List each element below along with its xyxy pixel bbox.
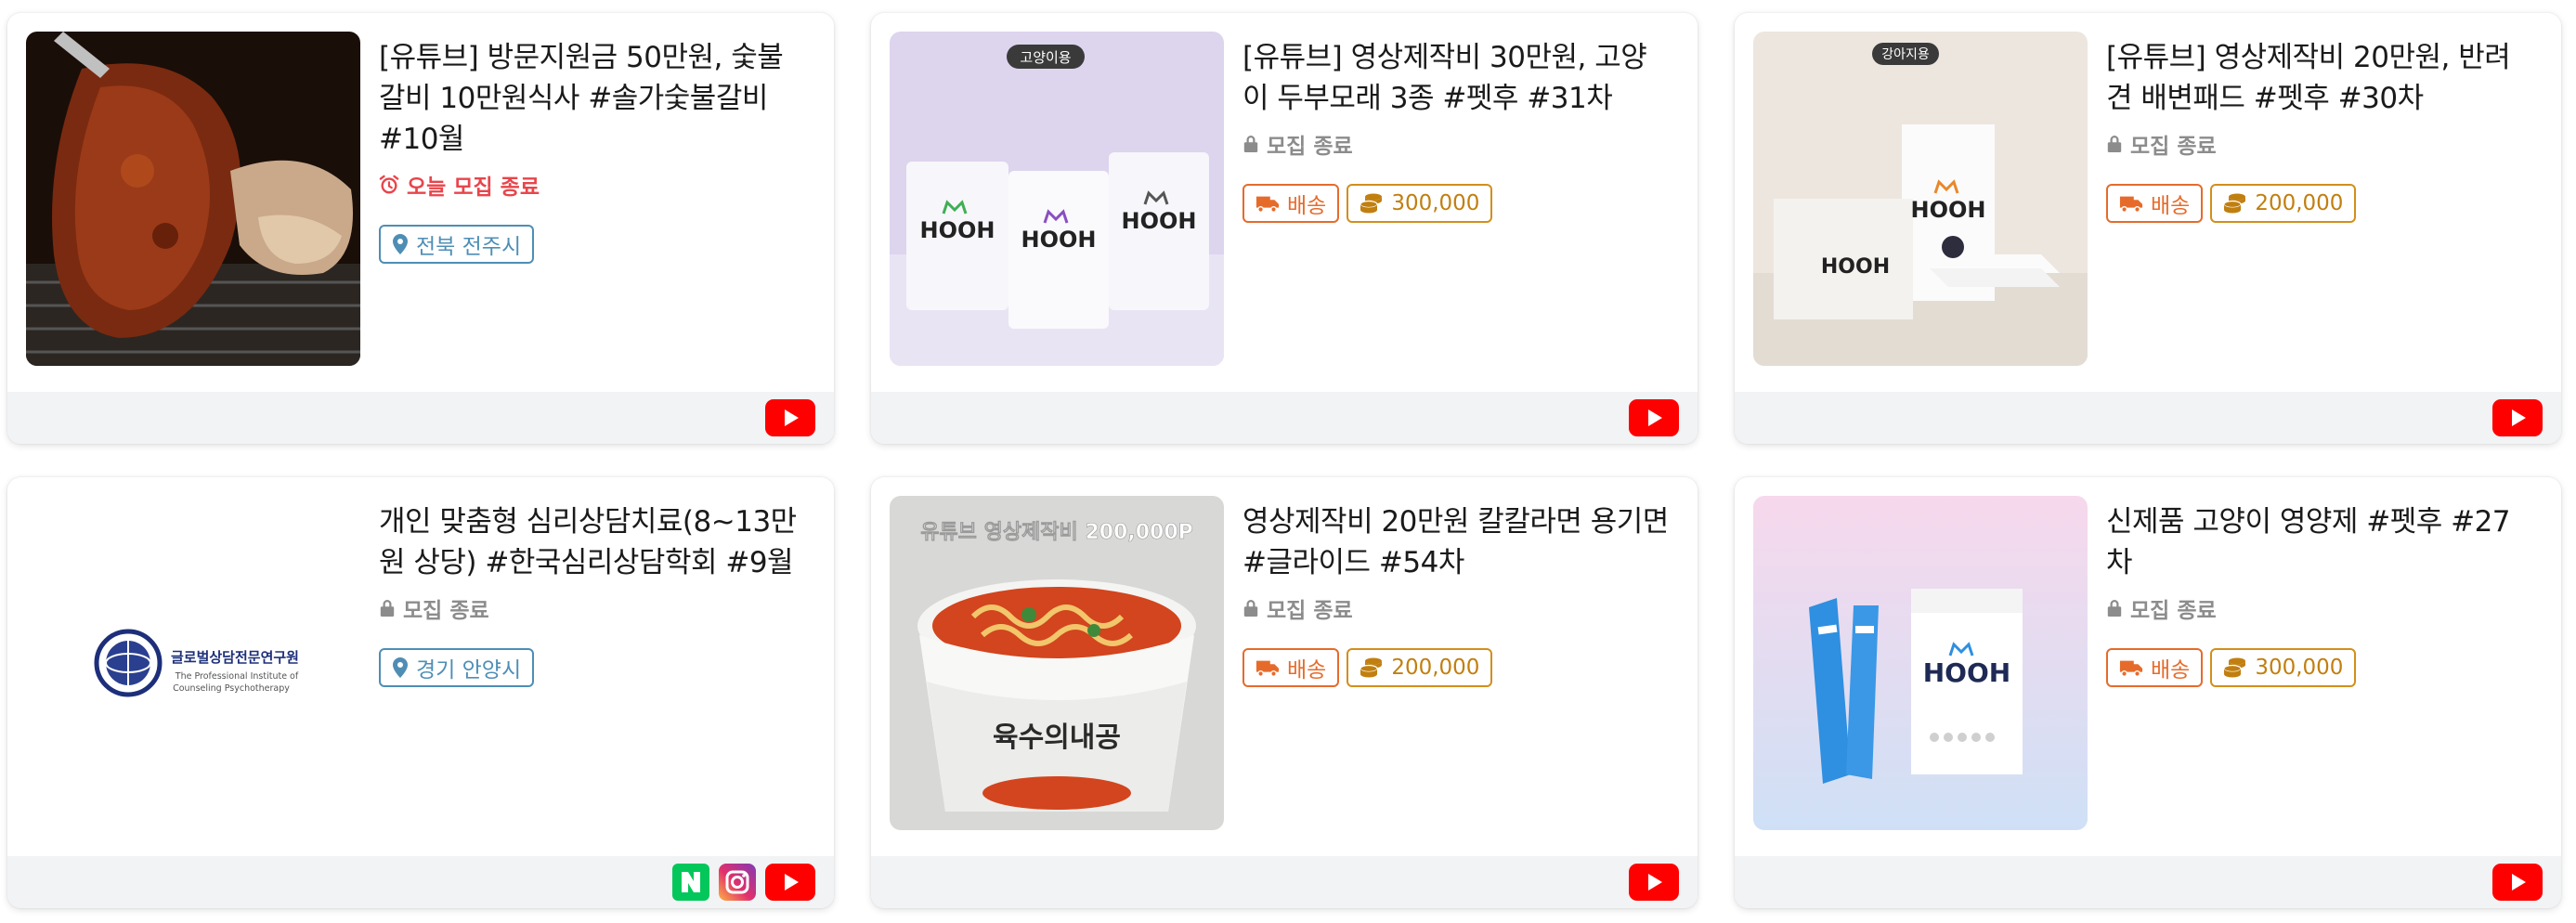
usage-badge: 강아지용	[1881, 47, 1930, 62]
card-title[interactable]: [유튜브] 영상제작비 20만원, 반려견 배변패드 #펫후 #30차	[2106, 37, 2533, 119]
location-label: 경기 안양시	[416, 658, 522, 682]
shipping-tag: 배송	[1242, 648, 1340, 687]
campaign-card[interactable]: HOOH 신제품 고양이 영양제 #펫후 #27차 모집 종료 배송 300,0…	[1735, 477, 2561, 908]
card-title[interactable]: 개인 맞춤형 심리상담치료(8~13만원 상당) #한국심리상담학회 #9월	[379, 501, 806, 583]
recruit-status-label: 모집 종료	[2130, 135, 2217, 159]
reward-amount: 300,000	[2255, 656, 2344, 680]
reward-amount: 200,000	[2255, 191, 2344, 215]
channel-bar	[1735, 392, 2561, 444]
reward-tag: 200,000	[1347, 648, 1493, 687]
recruit-status: 모집 종료	[2106, 128, 2533, 160]
institute-name: 글로벌상담전문연구원	[171, 649, 299, 666]
instagram-icon	[719, 864, 756, 901]
reward-amount: 300,000	[1391, 191, 1480, 215]
truck-icon	[1255, 656, 1280, 679]
shipping-tag: 배송	[2106, 648, 2204, 687]
truck-icon	[1255, 192, 1280, 214]
card-title[interactable]: 영상제작비 20만원 칼칼라면 용기면 #글라이드 #54차	[1242, 501, 1670, 583]
card-title[interactable]: [유튜브] 방문지원금 50만원, 숯불갈비 10만원식사 #솔가숯불갈비 #1…	[379, 37, 806, 160]
location-tag: 전북 전주시	[379, 225, 535, 264]
shipping-label: 배송	[2151, 194, 2191, 218]
cat-litter-thumbnail: 고양이용 HOOH HOOH HOOH	[890, 32, 1224, 366]
recruit-status-label: 모집 종료	[2130, 599, 2217, 623]
channel-bar	[871, 392, 1698, 444]
recruit-status: 모집 종료	[1242, 128, 1670, 160]
campaign-card[interactable]: 글로벌상담전문연구원 The Professional Institute of…	[7, 477, 834, 908]
map-pin-icon	[392, 233, 409, 255]
shipping-tag: 배송	[2106, 184, 2204, 223]
youtube-icon	[765, 399, 815, 436]
svg-text:HOOH: HOOH	[920, 217, 995, 243]
lock-icon	[2106, 133, 2123, 155]
recruit-status-label: 모집 종료	[1267, 599, 1353, 623]
lock-icon	[2106, 597, 2123, 619]
recruit-status-label: 모집 종료	[403, 599, 489, 623]
youtube-icon	[765, 864, 815, 901]
shipping-tag: 배송	[1242, 184, 1340, 223]
coins-icon	[2223, 656, 2247, 679]
reward-amount: 200,000	[1391, 656, 1480, 680]
channel-bar	[7, 856, 834, 908]
recruit-status-label: 오늘 모집 종료	[407, 176, 540, 200]
campaign-card[interactable]: 고양이용 HOOH HOOH HOOH [유튜브] 영상제작비 30만원, 고양…	[871, 13, 1698, 444]
reward-overlay-text: 유튜브 영상제작비 200,000P	[920, 521, 1193, 544]
svg-text:HOOH: HOOH	[1821, 255, 1890, 279]
youtube-icon	[2492, 399, 2543, 436]
recruit-status: 모집 종료	[1242, 592, 1670, 624]
ramen-cup-thumbnail: 유튜브 영상제작비 200,000P 육수의내공	[890, 496, 1224, 830]
counseling-logo-thumbnail: 글로벌상담전문연구원 The Professional Institute of…	[26, 496, 360, 830]
card-title[interactable]: [유튜브] 영상제작비 30만원, 고양이 두부모래 3종 #펫후 #31차	[1242, 37, 1670, 119]
campaign-card[interactable]: 유튜브 영상제작비 200,000P 육수의내공 영상제작비 20만원 칼칼라면…	[871, 477, 1698, 908]
recruit-status: 오늘 모집 종료	[379, 169, 806, 201]
alarm-clock-icon	[379, 174, 399, 196]
campaign-card[interactable]: [유튜브] 방문지원금 50만원, 숯불갈비 10만원식사 #솔가숯불갈비 #1…	[7, 13, 834, 444]
coins-icon	[1360, 656, 1384, 679]
bbq-ribs-thumbnail	[26, 32, 360, 366]
svg-text:HOOH: HOOH	[1911, 197, 1986, 223]
coins-icon	[2223, 192, 2247, 214]
channel-bar	[1735, 856, 2561, 908]
truck-icon	[2119, 656, 2143, 679]
package-name: 육수의내공	[993, 722, 1121, 754]
coins-icon	[1360, 192, 1384, 214]
youtube-icon	[2492, 864, 2543, 901]
lock-icon	[379, 597, 396, 619]
map-pin-icon	[392, 656, 409, 679]
lock-icon	[1242, 133, 1259, 155]
location-tag: 경기 안양시	[379, 648, 535, 687]
svg-text:HOOH: HOOH	[1021, 227, 1097, 253]
lock-icon	[1242, 597, 1259, 619]
reward-tag: 200,000	[2210, 184, 2357, 223]
channel-bar	[7, 392, 834, 444]
cat-supplement-thumbnail: HOOH	[1753, 496, 2088, 830]
truck-icon	[2119, 192, 2143, 214]
svg-text:The Professional Institute of: The Professional Institute of	[175, 671, 299, 682]
usage-badge: 고양이용	[1020, 49, 1071, 66]
reward-tag: 300,000	[1347, 184, 1493, 223]
recruit-status: 모집 종료	[2106, 592, 2533, 624]
recruit-status: 모집 종료	[379, 592, 806, 624]
svg-text:Counseling Psychotherapy: Counseling Psychotherapy	[173, 683, 290, 694]
shipping-label: 배송	[1287, 658, 1327, 682]
youtube-icon	[1629, 864, 1679, 901]
reward-tag: 300,000	[2210, 648, 2357, 687]
naver-icon	[672, 864, 709, 901]
card-title[interactable]: 신제품 고양이 영양제 #펫후 #27차	[2106, 501, 2533, 583]
shipping-label: 배송	[1287, 194, 1327, 218]
svg-text:HOOH: HOOH	[1923, 657, 2010, 688]
shipping-label: 배송	[2151, 658, 2191, 682]
channel-bar	[871, 856, 1698, 908]
svg-text:HOOH: HOOH	[1122, 208, 1197, 234]
location-label: 전북 전주시	[416, 235, 522, 259]
campaign-card[interactable]: 강아지용 HOOH HOOH [유튜브] 영상제작비 20만원, 반려견 배변패…	[1735, 13, 2561, 444]
dog-pad-thumbnail: 강아지용 HOOH HOOH	[1753, 32, 2088, 366]
recruit-status-label: 모집 종료	[1267, 135, 1353, 159]
youtube-icon	[1629, 399, 1679, 436]
